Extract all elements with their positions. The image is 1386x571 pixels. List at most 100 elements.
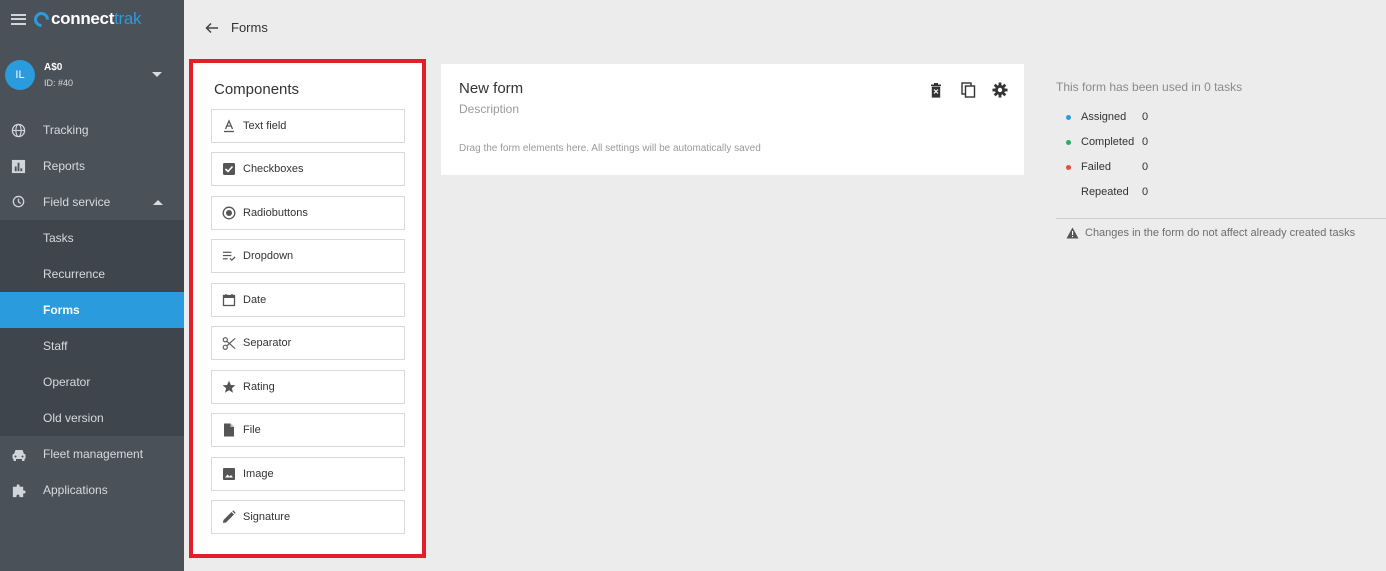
- component-label: Rating: [243, 381, 275, 393]
- stats-warning: Changes in the form do not affect alread…: [1066, 227, 1355, 239]
- components-panel: Components Text field Checkboxes Radiobu…: [189, 59, 426, 558]
- calendar-icon: [222, 293, 236, 307]
- nav-applications-label: Applications: [43, 483, 108, 497]
- stat-value: 0: [1142, 111, 1149, 123]
- nav-operator-label: Operator: [43, 375, 91, 389]
- status-dot: [1066, 114, 1071, 120]
- stat-value: 0: [1142, 161, 1149, 173]
- form-drop-hint: Drag the form elements here. All setting…: [459, 143, 761, 154]
- nav-old-version[interactable]: Old version: [0, 400, 184, 436]
- page-header: Forms: [184, 0, 1386, 55]
- component-label: File: [243, 424, 261, 436]
- nav-tracking[interactable]: Tracking: [0, 112, 184, 148]
- puzzle-icon: [10, 482, 27, 499]
- copy-icon[interactable]: [959, 81, 977, 99]
- topbar: connect trak: [0, 0, 184, 38]
- component-label: Image: [243, 468, 274, 480]
- component-separator[interactable]: Separator: [211, 326, 405, 360]
- account-name: A$0: [44, 62, 63, 73]
- location-pin-icon: [10, 194, 27, 211]
- bar-chart-icon: [10, 158, 27, 175]
- star-icon: [222, 380, 236, 394]
- component-radiobuttons[interactable]: Radiobuttons: [211, 196, 405, 230]
- component-label: Date: [243, 294, 267, 306]
- sidebar: connect trak IL A$0 ID: #40 Tracking Repo…: [0, 0, 184, 571]
- nav-tasks-label: Tasks: [43, 231, 74, 245]
- nav-forms[interactable]: Forms: [0, 292, 184, 328]
- account-selector[interactable]: IL A$0 ID: #40: [0, 38, 184, 112]
- scissors-icon: [222, 336, 236, 350]
- nav-old-version-label: Old version: [43, 411, 104, 425]
- page-title: Forms: [231, 20, 268, 35]
- nav-tracking-label: Tracking: [43, 123, 89, 137]
- component-label: Radiobuttons: [243, 207, 308, 219]
- nav-field-service[interactable]: Field service: [0, 184, 184, 220]
- nav-applications[interactable]: Applications: [0, 472, 184, 508]
- stat-repeated: Repeated 0: [1066, 186, 1148, 198]
- delete-icon[interactable]: [927, 81, 945, 99]
- warning-icon: [1066, 227, 1079, 239]
- chevron-up-icon: [153, 200, 163, 205]
- status-dot: [1066, 139, 1071, 145]
- nav-recurrence-label: Recurrence: [43, 267, 106, 281]
- warning-text: Changes in the form do not affect alread…: [1085, 227, 1356, 239]
- back-arrow-icon[interactable]: [205, 22, 219, 34]
- form-editor-card: New form Description Drag the form eleme…: [441, 64, 1024, 175]
- nav-fleet-label: Fleet management: [43, 447, 144, 461]
- status-dot: [1066, 190, 1071, 195]
- component-image[interactable]: Image: [211, 457, 405, 491]
- stat-failed: Failed 0: [1066, 161, 1148, 173]
- gear-icon[interactable]: [991, 81, 1009, 99]
- component-label: Dropdown: [243, 250, 294, 262]
- component-label: Signature: [243, 511, 291, 523]
- nav-recurrence[interactable]: Recurrence: [0, 256, 184, 292]
- status-dot: [1066, 164, 1071, 170]
- account-id: ID: #40: [44, 78, 74, 88]
- pencil-icon: [222, 510, 236, 524]
- nav-staff[interactable]: Staff: [0, 328, 184, 364]
- stat-label: Completed: [1081, 136, 1135, 148]
- stats-title: This form has been used in 0 tasks: [1056, 80, 1243, 94]
- avatar: IL: [5, 60, 35, 90]
- nav-field-service-label: Field service: [43, 195, 111, 209]
- component-date[interactable]: Date: [211, 283, 405, 317]
- nav-reports-label: Reports: [43, 159, 86, 173]
- component-label: Text field: [243, 120, 287, 132]
- component-text-field[interactable]: Text field: [211, 109, 405, 143]
- form-actions: [927, 81, 1009, 99]
- nav-tasks[interactable]: Tasks: [0, 220, 184, 256]
- stat-value: 0: [1142, 136, 1149, 148]
- form-title[interactable]: New form: [459, 80, 523, 97]
- dropdown-icon: [222, 249, 236, 263]
- menu-icon[interactable]: [11, 13, 26, 25]
- nav-fleet-management[interactable]: Fleet management: [0, 436, 184, 472]
- divider: [1056, 218, 1386, 219]
- file-icon: [222, 423, 236, 437]
- stat-label: Failed: [1081, 161, 1111, 173]
- radio-icon: [222, 206, 236, 220]
- stat-assigned: Assigned 0: [1066, 111, 1148, 123]
- nav-forms-label: Forms: [43, 303, 80, 317]
- component-checkboxes[interactable]: Checkboxes: [211, 152, 405, 186]
- component-dropdown[interactable]: Dropdown: [211, 239, 405, 273]
- usage-stats: This form has been used in 0 tasks Assig…: [1056, 80, 1386, 239]
- nav-reports[interactable]: Reports: [0, 148, 184, 184]
- component-label: Separator: [243, 337, 292, 349]
- logo[interactable]: connect trak: [30, 8, 142, 30]
- logo-text-secondary: trak: [114, 9, 142, 28]
- checkbox-icon: [222, 162, 236, 176]
- logo-mark: [30, 8, 53, 30]
- globe-icon: [10, 122, 27, 139]
- chevron-down-icon[interactable]: [152, 72, 162, 77]
- components-title: Components: [214, 81, 300, 98]
- nav-operator[interactable]: Operator: [0, 364, 184, 400]
- stat-label: Assigned: [1081, 111, 1127, 123]
- form-description[interactable]: Description: [459, 102, 519, 116]
- logo-text-primary: connect: [51, 9, 115, 28]
- car-icon: [10, 446, 27, 463]
- stat-completed: Completed 0: [1066, 136, 1148, 148]
- component-rating[interactable]: Rating: [211, 370, 405, 404]
- image-icon: [222, 467, 236, 481]
- component-signature[interactable]: Signature: [211, 500, 405, 534]
- component-file[interactable]: File: [211, 413, 405, 447]
